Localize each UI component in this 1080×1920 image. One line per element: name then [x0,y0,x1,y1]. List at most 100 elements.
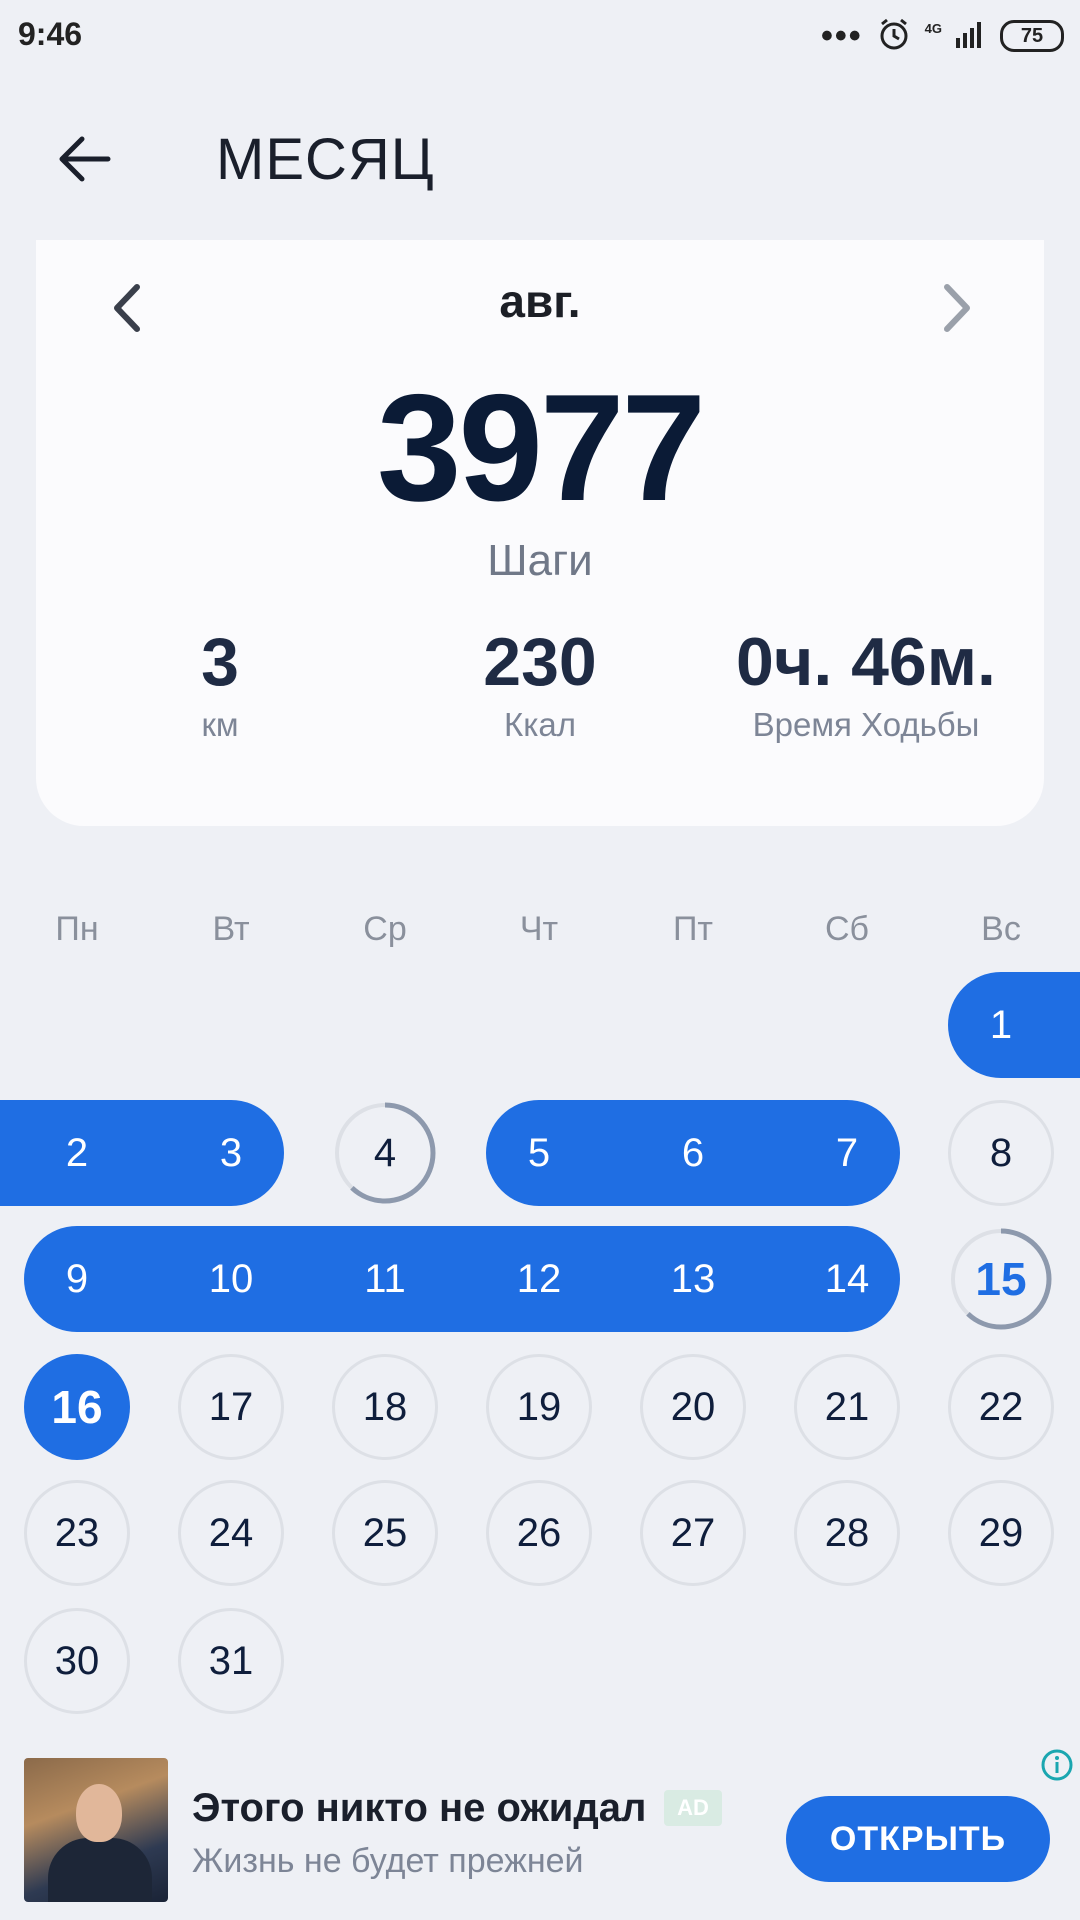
day-number: 24 [208,1510,254,1555]
calendar-day-18[interactable]: 18 [332,1354,438,1460]
calendar-day-23[interactable]: 23 [24,1480,130,1586]
day-number: 18 [362,1384,408,1429]
calendar-day-3[interactable]: 3 [178,1100,284,1206]
back-button[interactable] [44,124,124,194]
calories-unit: Ккал [504,706,576,743]
ad-subtitle[interactable]: Жизнь не будет прежней [192,1842,584,1881]
day-number: 6 [681,1130,705,1175]
app-header: МЕСЯЦ [0,100,1080,220]
ad-open-button[interactable]: ОТКРЫТЬ [786,1796,1050,1882]
calendar-day-4[interactable]: 4 [332,1100,438,1206]
calendar-day-30[interactable]: 30 [24,1608,130,1714]
goal-streak-bar [24,1226,900,1332]
calories-value: 230 [483,624,597,700]
day-number: 7 [835,1130,859,1175]
day-number: 19 [516,1384,562,1429]
day-number: 13 [670,1256,716,1301]
day-number: 11 [364,1256,406,1301]
calendar-day-25[interactable]: 25 [332,1480,438,1586]
day-number: 5 [527,1130,551,1175]
distance-value: 3 [201,624,239,700]
calendar-day-20[interactable]: 20 [640,1354,746,1460]
arrow-left-icon [59,136,111,182]
calendar-day-13[interactable]: 13 [640,1226,746,1332]
ad-badge: AD [664,1790,722,1826]
network-type: 4G [924,20,942,36]
ad-banner[interactable]: Этого никто не ожидал AD Жизнь не будет … [0,1738,1080,1920]
page-title: МЕСЯЦ [216,127,435,192]
day-number: 21 [824,1384,870,1429]
calendar-day-28[interactable]: 28 [794,1480,900,1586]
calendar-day-29[interactable]: 29 [948,1480,1054,1586]
calendar-day-16[interactable]: 16 [24,1354,130,1460]
day-number: 9 [65,1256,89,1301]
chevron-right-icon [944,284,970,332]
calendar-day-8[interactable]: 8 [948,1100,1054,1206]
calories-stat: 230 Ккал [440,628,640,744]
calendar-day-17[interactable]: 17 [178,1354,284,1460]
month-label: авг. [499,275,581,327]
day-number: 23 [54,1510,100,1555]
day-number: 10 [208,1256,254,1301]
walking-time-label: Время Ходьбы [752,706,980,743]
calendar-day-11[interactable]: 11 [332,1226,438,1332]
day-number: 31 [208,1638,254,1683]
day-number: 2 [65,1130,89,1175]
summary-card: авг. 3977 Шаги 3 км 230 Ккал 0ч. 46м. Вр… [36,240,1044,826]
weekday-label: Чт [519,910,559,948]
calendar-day-19[interactable]: 19 [486,1354,592,1460]
day-number: 22 [978,1384,1024,1429]
battery-level: 75 [1020,24,1044,47]
calendar-day-24[interactable]: 24 [178,1480,284,1586]
calendar-day-12[interactable]: 12 [486,1226,592,1332]
info-icon[interactable] [1040,1748,1074,1782]
day-number: 14 [824,1256,870,1301]
calendar-day-21[interactable]: 21 [794,1354,900,1460]
steps-value: 3977 [376,363,706,533]
alarm-clock-icon [877,17,911,56]
steps-label: Шаги [487,536,593,585]
calendar-day-7[interactable]: 7 [794,1100,900,1206]
walking-time-stat: 0ч. 46м. Время Ходьбы [706,628,1026,744]
ad-image[interactable] [24,1758,168,1902]
day-number: 27 [670,1510,716,1555]
next-month-button[interactable] [920,270,996,346]
calendar-day-9[interactable]: 9 [24,1226,130,1332]
weekday-label: Вс [981,910,1021,948]
day-number: 1 [989,1002,1013,1047]
distance-unit: км [201,706,239,743]
weekday-header: Пн Вт Ср Чт Пт Сб Вс [0,910,1080,960]
day-number: 12 [516,1256,562,1301]
day-number: 3 [219,1130,243,1175]
day-number: 28 [824,1510,870,1555]
ad-title[interactable]: Этого никто не ожидал [192,1786,646,1831]
status-icons: ••• 4G 75 [821,14,1064,58]
calendar-day-6[interactable]: 6 [640,1100,746,1206]
day-number: 16 [51,1381,103,1433]
status-time: 9:46 [18,16,83,52]
calendar-day-1[interactable]: 1 [948,972,1054,1078]
walking-time-value: 0ч. 46м. [736,624,996,700]
day-number: 4 [373,1130,397,1175]
calendar-day-26[interactable]: 26 [486,1480,592,1586]
calendar-day-27[interactable]: 27 [640,1480,746,1586]
calendar-day-15[interactable]: 15 [948,1226,1054,1332]
day-number: 30 [54,1638,100,1683]
day-number: 25 [362,1510,408,1555]
signal-bars-icon [956,20,986,53]
calendar-day-10[interactable]: 10 [178,1226,284,1332]
calendar-day-14[interactable]: 14 [794,1226,900,1332]
calendar-day-31[interactable]: 31 [178,1608,284,1714]
weekday-label: Сб [824,910,870,948]
calendar-day-5[interactable]: 5 [486,1100,592,1206]
day-number: 15 [975,1253,1027,1305]
weekday-label: Пт [672,910,713,948]
weekday-label: Пн [55,910,99,948]
weekday-label: Вт [212,910,250,948]
calendar-day-2[interactable]: 2 [24,1100,130,1206]
battery-icon: 75 [1000,20,1064,52]
day-number: 17 [208,1384,254,1429]
day-number: 29 [978,1510,1024,1555]
day-number: 26 [516,1510,562,1555]
calendar-day-22[interactable]: 22 [948,1354,1054,1460]
